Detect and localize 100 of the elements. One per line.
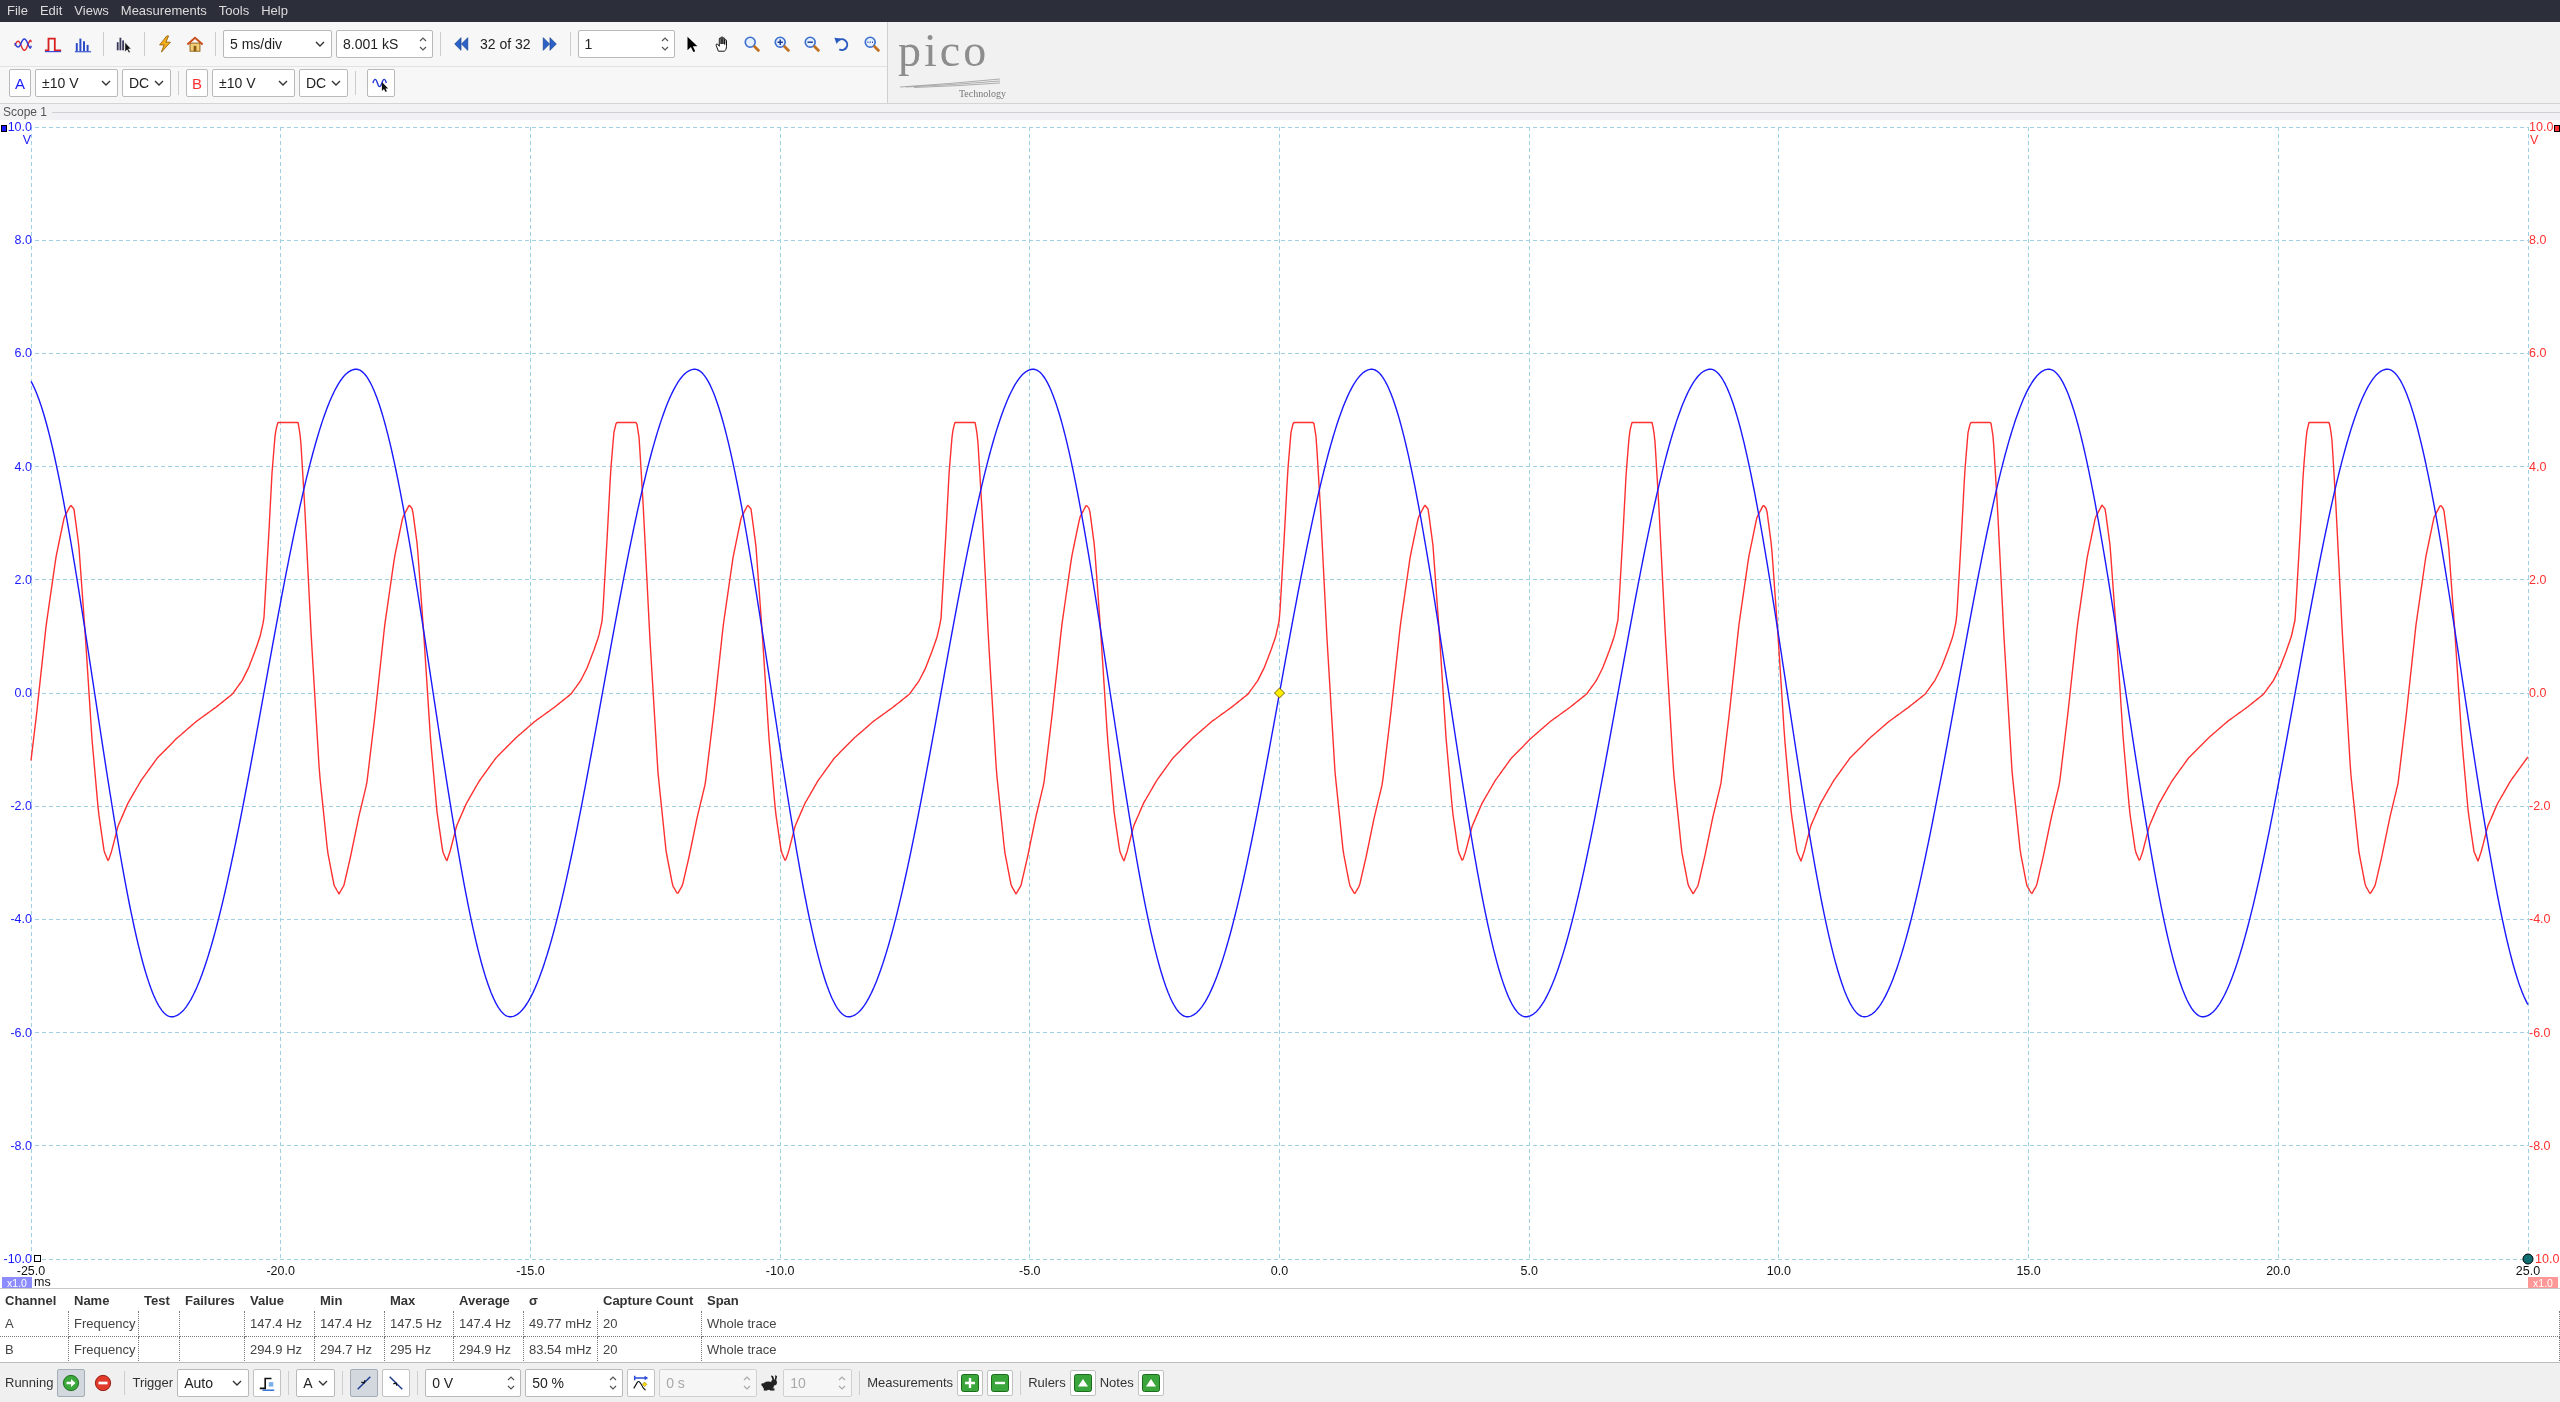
axis-label: 5.0 bbox=[1520, 1264, 1538, 1278]
column-header[interactable]: Min bbox=[315, 1289, 385, 1311]
axis-unit: V bbox=[2530, 133, 2539, 147]
table-cell: 147.5 Hz bbox=[385, 1311, 454, 1337]
column-header[interactable]: Test bbox=[139, 1289, 180, 1311]
range-dropdown[interactable]: ±10 V bbox=[212, 69, 295, 97]
axis-label: -20.0 bbox=[266, 1264, 295, 1278]
menu-item[interactable]: Measurements bbox=[114, 0, 213, 22]
range-dropdown[interactable]: ±10 V bbox=[35, 69, 118, 97]
axis-label: 10.0 bbox=[2535, 1252, 2560, 1266]
axis-label: -8.0 bbox=[10, 1138, 32, 1153]
column-header[interactable]: Average bbox=[454, 1289, 524, 1311]
waveform-arrow-icon bbox=[632, 1373, 651, 1392]
menu-item[interactable]: Help bbox=[255, 0, 294, 22]
channel-marker-icon[interactable] bbox=[2554, 125, 2560, 132]
axis-unit: V bbox=[22, 133, 31, 147]
toolbar-button[interactable] bbox=[367, 69, 395, 97]
edge-button[interactable] bbox=[382, 1368, 411, 1397]
double-triangle-right-icon bbox=[540, 35, 559, 53]
zoom-in-icon bbox=[772, 35, 791, 53]
column-header[interactable]: Value bbox=[245, 1289, 315, 1311]
table-cell: Frequency bbox=[69, 1311, 139, 1337]
axis-label: 6.0 bbox=[14, 346, 32, 361]
pre-trigger-button[interactable] bbox=[627, 1368, 656, 1397]
capture-index-field[interactable]: 1 bbox=[577, 30, 675, 58]
menu-item[interactable]: Edit bbox=[33, 0, 69, 22]
axis-label: -6.0 bbox=[10, 1025, 32, 1040]
remove-measurement-button[interactable] bbox=[987, 1369, 1014, 1396]
axis-label: -5.0 bbox=[1019, 1264, 1041, 1278]
edge-button[interactable] bbox=[350, 1368, 379, 1397]
axis-label: 10.0 bbox=[2529, 120, 2554, 134]
channel-button[interactable]: A bbox=[9, 69, 31, 97]
channel-button[interactable]: B bbox=[186, 69, 208, 97]
caret-icon bbox=[315, 41, 325, 47]
axis-unit: ms bbox=[34, 1275, 51, 1288]
menu-item[interactable]: Tools bbox=[212, 0, 256, 22]
caret-icon bbox=[331, 80, 341, 86]
trigger-channel-dropdown[interactable]: A bbox=[296, 1368, 336, 1397]
scope-title: Scope 1 bbox=[3, 105, 48, 119]
table-cell: Whole trace bbox=[702, 1311, 2560, 1337]
capture-counter: 32 of 32 bbox=[479, 36, 532, 52]
section-label: Rulers bbox=[1028, 1375, 1066, 1390]
falling-edge-icon bbox=[387, 1373, 406, 1392]
logo-tagline: Technology bbox=[958, 88, 1006, 100]
add-measurement-button[interactable] bbox=[957, 1369, 984, 1396]
axis-label: 6.0 bbox=[2529, 346, 2547, 361]
column-header[interactable]: σ bbox=[524, 1289, 598, 1311]
zoom-badge: x1.0 bbox=[2, 1277, 32, 1288]
section-label: Notes bbox=[1099, 1375, 1134, 1390]
column-header[interactable]: Failures bbox=[180, 1289, 245, 1311]
sample-count-field[interactable]: 8.001 kS bbox=[336, 30, 433, 58]
run-button[interactable] bbox=[57, 1368, 86, 1397]
rulers-button[interactable] bbox=[1069, 1369, 1096, 1396]
spin-field[interactable]: 0 V bbox=[425, 1368, 522, 1397]
stop-icon bbox=[94, 1373, 113, 1392]
home-icon bbox=[186, 35, 204, 53]
circle-marker-icon[interactable] bbox=[2522, 1253, 2534, 1265]
notes-button[interactable] bbox=[1137, 1369, 1164, 1396]
menu-item[interactable]: Views bbox=[68, 0, 115, 22]
trigger-mode-dropdown[interactable]: Auto bbox=[177, 1368, 250, 1397]
chart-pointer-icon bbox=[115, 35, 133, 53]
column-header[interactable]: Span bbox=[702, 1289, 2560, 1311]
axis-label: 0.0 bbox=[1270, 1264, 1289, 1278]
caret-icon bbox=[232, 1379, 243, 1386]
axis-label: -2.0 bbox=[2529, 799, 2551, 814]
axis-label: 25.0 bbox=[2515, 1264, 2541, 1278]
column-header[interactable]: Max bbox=[385, 1289, 454, 1311]
magnifier-icon bbox=[742, 35, 761, 53]
axis-label: 0.0 bbox=[2529, 686, 2547, 700]
status-label: Running bbox=[5, 1375, 54, 1390]
trigger-marker-icon[interactable] bbox=[1274, 687, 1285, 699]
caret-icon bbox=[101, 80, 111, 86]
axis-label: 4.0 bbox=[14, 459, 32, 474]
axis-label: -15.0 bbox=[516, 1264, 545, 1278]
axis-label: 2.0 bbox=[2529, 572, 2547, 587]
column-header[interactable]: Channel bbox=[0, 1289, 69, 1311]
trigger-type-button[interactable] bbox=[253, 1368, 282, 1397]
column-header[interactable]: Name bbox=[69, 1289, 139, 1311]
spin-field[interactable]: 50 % bbox=[525, 1368, 624, 1397]
column-header[interactable]: Capture Count bbox=[598, 1289, 702, 1311]
timebase-dropdown[interactable]: 5 ms/div bbox=[223, 30, 332, 58]
square-marker-icon[interactable] bbox=[34, 1255, 41, 1262]
magnifier-icon bbox=[862, 35, 881, 53]
table-cell: 147.4 Hz bbox=[315, 1311, 385, 1337]
logo-wordmark: pico bbox=[898, 24, 991, 78]
axis-label: -2.0 bbox=[10, 799, 32, 814]
double-triangle-left-icon bbox=[452, 35, 470, 53]
menu-item[interactable]: File bbox=[1, 0, 34, 22]
table-cell: 49.77 mHz bbox=[524, 1311, 598, 1337]
section-label: Measurements bbox=[867, 1375, 954, 1390]
axis-label: -4.0 bbox=[10, 912, 32, 927]
channel-marker-icon[interactable] bbox=[1, 125, 7, 132]
axis-label: -4.0 bbox=[2529, 912, 2551, 927]
caret-icon bbox=[154, 80, 164, 86]
table-cell: 147.4 Hz bbox=[454, 1311, 524, 1337]
coupling-dropdown[interactable]: DC bbox=[122, 69, 171, 97]
coupling-dropdown[interactable]: DC bbox=[299, 69, 348, 97]
minus-icon bbox=[991, 1373, 1010, 1392]
axis-label: 2.0 bbox=[14, 572, 32, 587]
axis-label: -6.0 bbox=[2529, 1025, 2551, 1040]
